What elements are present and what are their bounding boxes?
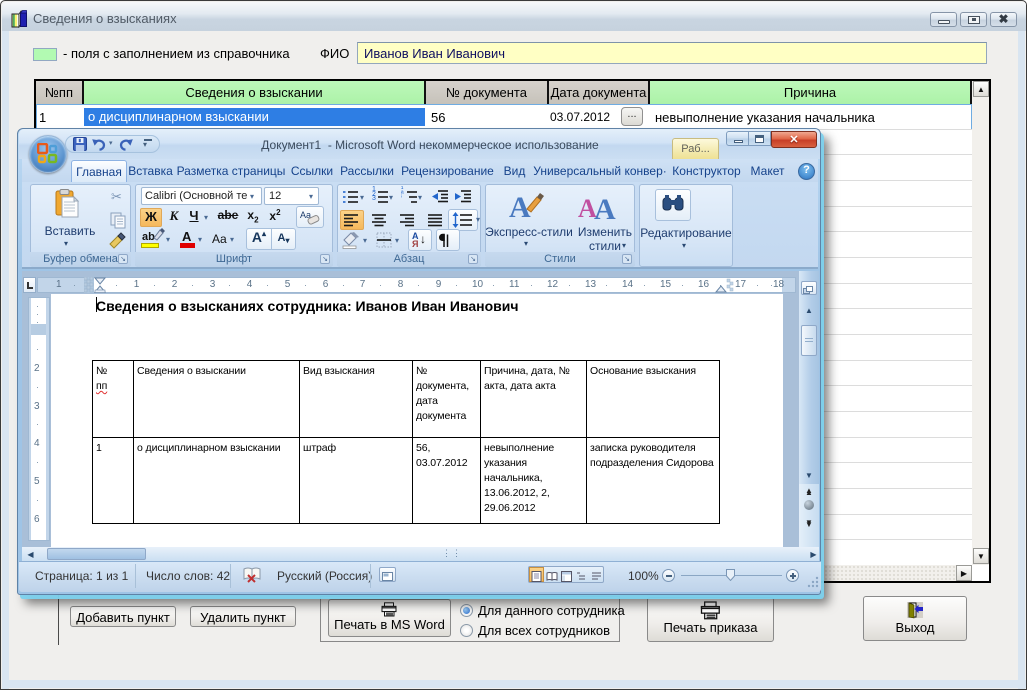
svg-text:A: A (509, 191, 531, 223)
svg-text:A: A (594, 193, 616, 223)
